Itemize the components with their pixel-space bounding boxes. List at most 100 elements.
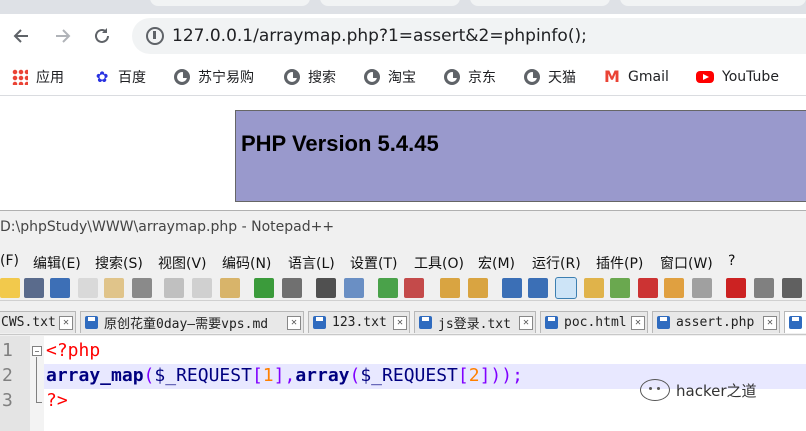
close-icon[interactable]: ✕ bbox=[763, 315, 777, 330]
play-macro-icon[interactable] bbox=[782, 278, 802, 298]
close-icon[interactable]: ✕ bbox=[287, 315, 301, 330]
operator: [ bbox=[457, 365, 469, 386]
copy-icon[interactable] bbox=[192, 278, 212, 298]
undo-icon[interactable] bbox=[254, 278, 274, 298]
save-icon[interactable] bbox=[24, 278, 44, 298]
menu-tools[interactable]: 工具(O) bbox=[414, 253, 464, 273]
menu-run[interactable]: 运行(R) bbox=[532, 253, 581, 273]
menu-help[interactable]: ? bbox=[728, 253, 735, 269]
close-icon[interactable]: ✕ bbox=[519, 315, 533, 330]
indent-guide-icon[interactable] bbox=[555, 277, 577, 299]
record-macro-icon[interactable] bbox=[726, 278, 746, 298]
file-tab[interactable]: assert.php ✕ bbox=[652, 311, 780, 333]
save-icon bbox=[657, 316, 670, 329]
menu-encoding[interactable]: 编码(N) bbox=[222, 253, 271, 273]
show-all-chars-icon[interactable] bbox=[528, 278, 548, 298]
zoom-out-icon[interactable] bbox=[404, 278, 424, 298]
menu-view[interactable]: 视图(V) bbox=[158, 253, 207, 273]
bookmark-tmall[interactable]: 天猫 bbox=[524, 67, 576, 87]
number: 1 bbox=[262, 365, 274, 386]
operator: ( bbox=[143, 365, 155, 386]
line-number: 1 bbox=[2, 340, 13, 361]
folder-icon[interactable] bbox=[664, 278, 684, 298]
browser-toolbar: 127.0.0.1/arraymap.php?1=assert&2=phpinf… bbox=[0, 14, 806, 58]
bookmark-baidu[interactable]: ✿ 百度 bbox=[94, 67, 146, 87]
code-line-3: ?> bbox=[46, 390, 68, 411]
bookmark-search[interactable]: 搜索 bbox=[284, 67, 336, 87]
address-bar[interactable]: 127.0.0.1/arraymap.php?1=assert&2=phpinf… bbox=[132, 18, 806, 54]
browser-tab[interactable] bbox=[150, 0, 310, 6]
fold-margin bbox=[30, 336, 44, 431]
menu-language[interactable]: 语言(L) bbox=[288, 253, 335, 273]
monitor-icon[interactable] bbox=[692, 278, 712, 298]
browser-tab[interactable] bbox=[620, 0, 806, 6]
paste-icon[interactable] bbox=[220, 278, 240, 298]
print-icon[interactable] bbox=[132, 278, 152, 298]
bookmark-label: 应用 bbox=[36, 70, 64, 86]
sync-h-icon[interactable] bbox=[468, 278, 488, 298]
function-list-icon[interactable] bbox=[638, 278, 658, 298]
menu-window[interactable]: 窗口(W) bbox=[660, 253, 713, 273]
file-tabs: CWS.txt ✕ 原创花童0day—需要vps.md ✕ 123.txt ✕ js登… bbox=[0, 309, 806, 335]
close-icon[interactable]: ✕ bbox=[393, 315, 407, 330]
browser-tab[interactable] bbox=[470, 0, 610, 6]
forward-button[interactable] bbox=[48, 22, 76, 50]
php-open-tag: <?php bbox=[46, 340, 101, 361]
redo-icon[interactable] bbox=[282, 278, 302, 298]
menu-edit[interactable]: 编辑(E) bbox=[33, 253, 81, 273]
bookmark-label: 京东 bbox=[468, 70, 496, 86]
file-tab-active[interactable] bbox=[784, 311, 806, 333]
file-tab[interactable]: 123.txt ✕ bbox=[308, 311, 410, 333]
bookmark-suning[interactable]: 苏宁易购 bbox=[174, 67, 254, 87]
menu-file[interactable]: (F) bbox=[0, 253, 19, 269]
bookmark-apps[interactable]: 应用 bbox=[12, 67, 64, 87]
operator: ])); bbox=[479, 365, 523, 386]
menu-macro[interactable]: 宏(M) bbox=[478, 253, 515, 273]
bookmark-youtube[interactable]: YouTube bbox=[696, 67, 779, 87]
close-icon[interactable]: ✕ bbox=[59, 315, 73, 330]
file-tab[interactable]: CWS.txt ✕ bbox=[0, 311, 76, 333]
php-close-tag: ?> bbox=[46, 390, 68, 411]
bookmark-label: Gmail bbox=[628, 69, 669, 85]
globe-icon bbox=[524, 69, 540, 85]
globe-icon bbox=[444, 69, 460, 85]
menu-search[interactable]: 搜索(S) bbox=[95, 253, 143, 273]
line-number: 3 bbox=[2, 390, 13, 411]
lang-icon[interactable] bbox=[584, 278, 604, 298]
arrow-left-icon bbox=[13, 29, 28, 43]
replace-icon[interactable] bbox=[344, 278, 364, 298]
bookmark-taobao[interactable]: 淘宝 bbox=[364, 67, 416, 87]
menu-plugins[interactable]: 插件(P) bbox=[596, 253, 643, 273]
url-text[interactable]: 127.0.0.1/arraymap.php?1=assert&2=phpinf… bbox=[172, 26, 587, 46]
reload-button[interactable] bbox=[88, 22, 116, 50]
zoom-in-icon[interactable] bbox=[378, 278, 398, 298]
word-wrap-icon[interactable] bbox=[502, 278, 522, 298]
bookmark-gmail[interactable]: M Gmail bbox=[604, 67, 669, 87]
file-tab[interactable]: poc.html ✕ bbox=[540, 311, 648, 333]
close-file-icon[interactable] bbox=[78, 278, 98, 298]
sync-v-icon[interactable] bbox=[440, 278, 460, 298]
file-tab[interactable]: 原创花童0day—需要vps.md ✕ bbox=[80, 311, 304, 333]
doc-map-icon[interactable] bbox=[610, 278, 630, 298]
fold-toggle-icon[interactable] bbox=[32, 346, 42, 356]
new-file-icon[interactable] bbox=[0, 278, 20, 298]
cut-icon[interactable] bbox=[164, 278, 184, 298]
browser-tab-strip bbox=[0, 0, 806, 14]
stop-macro-icon[interactable] bbox=[754, 278, 774, 298]
fold-line bbox=[36, 357, 37, 402]
bookmark-jd[interactable]: 京东 bbox=[444, 67, 496, 87]
find-icon[interactable] bbox=[316, 278, 336, 298]
browser-tab[interactable] bbox=[320, 0, 460, 6]
info-icon[interactable] bbox=[146, 27, 164, 45]
back-button[interactable] bbox=[8, 22, 36, 50]
file-tab[interactable]: js登录.txt ✕ bbox=[414, 311, 536, 333]
save-all-icon[interactable] bbox=[50, 278, 70, 298]
window-title: D:\phpStudy\WWW\arraymap.php - Notepad++ bbox=[0, 219, 335, 235]
close-icon[interactable]: ✕ bbox=[631, 315, 645, 330]
youtube-icon bbox=[696, 71, 714, 83]
php-version-heading: PHP Version 5.4.45 bbox=[241, 131, 439, 156]
close-all-icon[interactable] bbox=[104, 278, 124, 298]
gmail-icon: M bbox=[604, 67, 620, 86]
menu-settings[interactable]: 设置(T) bbox=[350, 253, 397, 273]
watermark-text: hacker之道 bbox=[676, 381, 757, 400]
